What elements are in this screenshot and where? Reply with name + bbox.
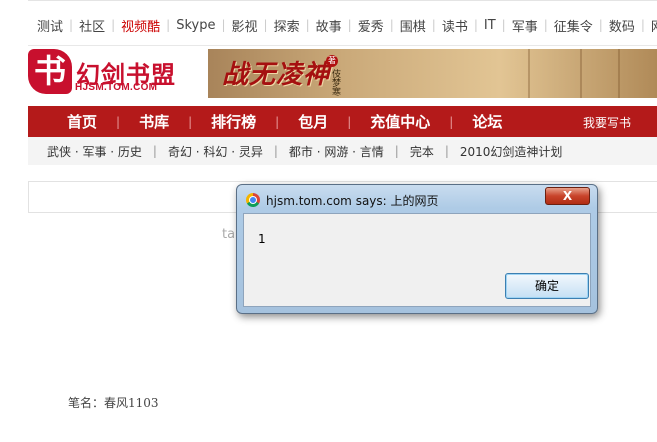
channel-link[interactable]: 爱秀	[352, 16, 390, 35]
nav-item[interactable]: 首页	[28, 111, 116, 132]
banner-pillar	[528, 49, 530, 98]
channel-link[interactable]: IT	[478, 18, 502, 33]
dialog-message: 1	[258, 232, 266, 246]
channel-link[interactable]: 故事	[310, 16, 348, 35]
category-nav: 武侠 · 军事 · 历史 | 奇幻 · 科幻 · 灵异 | 都市 · 网游 · 言情 | 完…	[28, 137, 657, 165]
category-link[interactable]: 武侠 · 军事 · 历史	[28, 143, 153, 160]
obscured-text: ta	[222, 227, 236, 242]
nav-item[interactable]: 排行榜	[192, 111, 275, 132]
nav-item[interactable]: 论坛	[453, 111, 521, 132]
dialog-body: 1 确定	[243, 213, 591, 307]
banner-author: 伎梦寒	[330, 69, 340, 96]
category-link[interactable]: 都市 · 网游 · 言情	[278, 143, 395, 160]
site-logo[interactable]: 书 幻剑书盟 HJSM.TOM.COM	[28, 49, 198, 99]
channel-link[interactable]: 测试	[28, 16, 69, 35]
channel-bar: 测试 | 社区 | 视频酷 | Skype | 影视 | 探索 | 故事 | 爱秀 | 围棋 | 读书 | IT | 军事 |…	[28, 0, 657, 48]
category-link[interactable]: 奇幻 · 科幻 · 灵异	[157, 143, 274, 160]
channel-link[interactable]: 军事	[506, 16, 544, 35]
book-banner[interactable]: 战无凌神 著 伎梦寒	[208, 49, 657, 98]
channel-link[interactable]: 探索	[268, 16, 306, 35]
close-button[interactable]: X	[545, 187, 590, 205]
pen-name-label: 笔名：春风1103	[68, 396, 159, 410]
channel-link[interactable]: 征集令	[548, 16, 599, 35]
write-book-link[interactable]: 我要写书	[583, 114, 631, 131]
channel-link[interactable]: 视频酷	[115, 16, 166, 35]
banner-seal: 著	[326, 55, 338, 67]
nav-item[interactable]: 包月	[279, 111, 347, 132]
banner-pillar	[580, 49, 582, 98]
channel-link[interactable]: 影视	[226, 16, 264, 35]
channel-link[interactable]: 数码	[603, 16, 641, 35]
nav-item[interactable]: 书库	[120, 111, 188, 132]
chrome-icon	[246, 193, 260, 207]
main-nav: 首页 | 书库 | 排行榜 | 包月 | 充值中心 | 论坛 我要写书	[28, 106, 657, 137]
category-link[interactable]: 2010幻剑造神计划	[449, 143, 574, 160]
channel-link[interactable]: 网上	[645, 16, 657, 35]
channel-link[interactable]: Skype	[170, 18, 221, 33]
category-link[interactable]: 完本	[399, 143, 445, 160]
channel-link[interactable]: 围棋	[394, 16, 432, 35]
alert-dialog: hjsm.tom.com says: 上的网页 X 1 确定	[236, 184, 598, 314]
channel-links: 测试 | 社区 | 视频酷 | Skype | 影视 | 探索 | 故事 | 爱秀 | 围棋 | 读书 | IT | 军事 |…	[28, 14, 657, 36]
channel-divider	[28, 45, 657, 46]
logo-domain: HJSM.TOM.COM	[75, 82, 158, 93]
ok-button[interactable]: 确定	[505, 273, 589, 299]
channel-link[interactable]: 读书	[436, 16, 474, 35]
banner-pillar	[618, 49, 620, 98]
channel-link[interactable]: 社区	[73, 16, 111, 35]
dialog-title: hjsm.tom.com says: 上的网页	[266, 194, 439, 208]
nav-item[interactable]: 充值中心	[351, 111, 449, 132]
banner-title: 战无凌神	[222, 60, 331, 90]
logo-mark-icon: 书	[28, 49, 72, 94]
